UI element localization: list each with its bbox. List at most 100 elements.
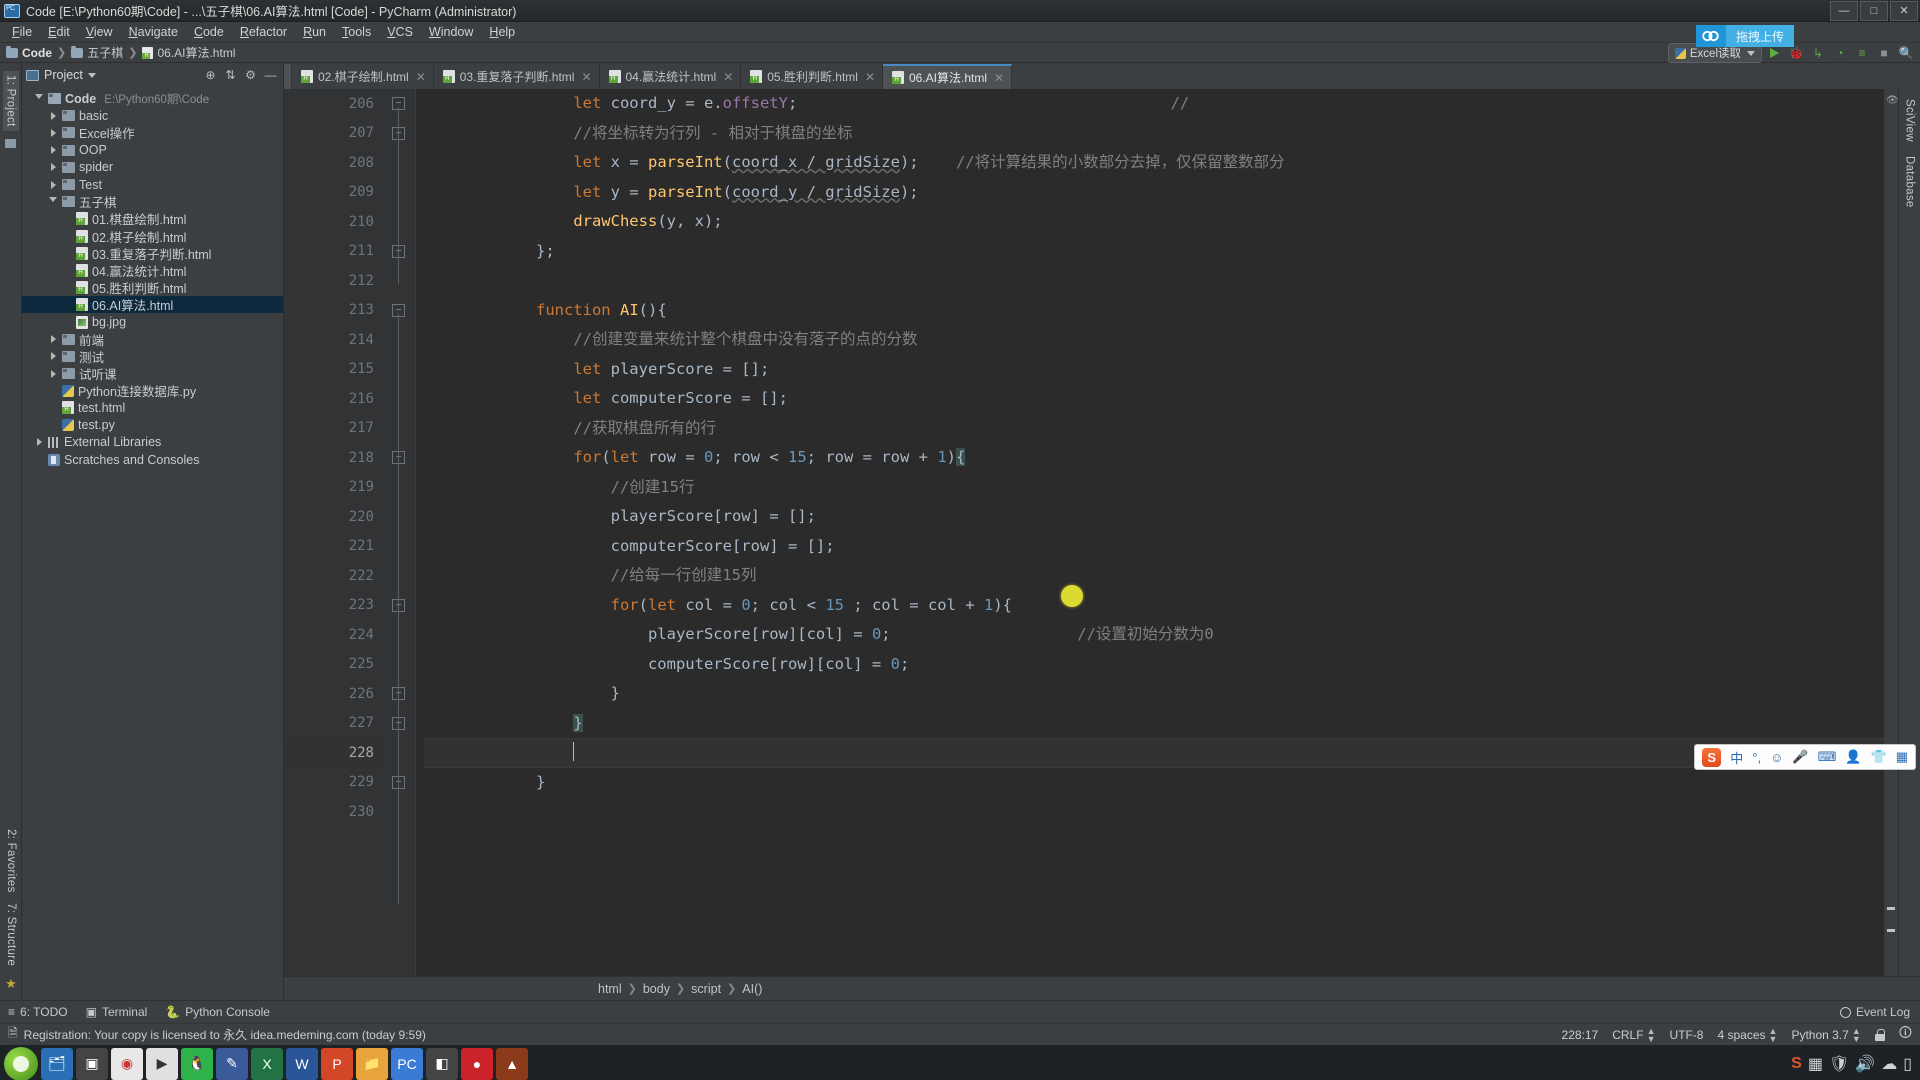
event-log-button[interactable]: Event Log <box>1839 1005 1920 1019</box>
tray-show-desktop[interactable]: ▯ <box>1903 1054 1912 1074</box>
inspector-icon[interactable]: 🛈 <box>1899 1024 1912 1046</box>
taskbar-app-terminal[interactable]: ▣ <box>76 1047 108 1080</box>
error-stripe-marker[interactable]: 👁 <box>1884 89 1899 976</box>
keyboard-icon[interactable]: ⌨ <box>1818 749 1837 765</box>
code-line-207[interactable]: //将坐标转为行列 - 相对于棋盘的坐标 <box>424 119 1884 149</box>
collapse-all-icon[interactable]: ⇅ <box>222 67 239 83</box>
chevron-down-icon[interactable] <box>34 94 44 103</box>
bottom-tool-todo[interactable]: ≡ 6: TODO <box>8 1005 68 1019</box>
maximize-button[interactable]: □ <box>1860 0 1888 21</box>
editor-tab-0[interactable]: 02.棋子绘制.html ✕ <box>292 64 434 89</box>
chevron-right-icon[interactable] <box>48 335 58 344</box>
menu-item-run[interactable]: Run <box>295 23 334 41</box>
tree-item-15[interactable]: 测试 <box>22 348 283 365</box>
taskbar-app-recorder[interactable]: ● <box>461 1047 493 1080</box>
tool-button-favorites[interactable]: 2: Favorites <box>5 829 17 893</box>
tool-button-project[interactable]: 1: Project <box>2 71 19 131</box>
editor-tab-4[interactable]: 06.AI算法.html ✕ <box>883 64 1013 89</box>
close-icon[interactable]: ✕ <box>865 70 875 84</box>
tool-button-database[interactable]: Database <box>1904 156 1916 208</box>
tree-item-19[interactable]: test.py <box>22 417 283 434</box>
gear-icon[interactable]: ⚙ <box>242 67 259 83</box>
code-line-217[interactable]: //获取棋盘所有的行 <box>424 414 1884 444</box>
scroll-from-source-icon[interactable]: ⊕ <box>202 67 219 83</box>
start-button[interactable] <box>4 1046 38 1080</box>
taskbar-app-vscode[interactable]: ◧ <box>426 1047 458 1080</box>
chevron-right-icon[interactable] <box>48 352 58 361</box>
close-icon[interactable]: ✕ <box>416 70 426 84</box>
code-line-218[interactable]: for(let row = 0; row < 15; row = row + 1… <box>424 443 1884 473</box>
code-line-211[interactable]: }; <box>424 237 1884 267</box>
tool-button-sciview[interactable]: SciView <box>1904 99 1916 142</box>
code-line-213[interactable]: function AI(){ <box>424 296 1884 326</box>
source-code[interactable]: let coord_y = e.offsetY; // //将坐标转为行列 - … <box>416 89 1884 827</box>
editor-tab-2[interactable]: 04.赢法统计.html ✕ <box>600 64 742 89</box>
tray-shield-icon[interactable]: 🛡 <box>1829 1054 1849 1074</box>
menu-item-navigate[interactable]: Navigate <box>121 23 186 41</box>
chevron-right-icon[interactable] <box>48 369 58 378</box>
taskbar-app-powerpoint[interactable]: P <box>321 1047 353 1080</box>
tray-cloud-icon[interactable]: ☁ <box>1881 1054 1897 1074</box>
code-line-228[interactable] <box>424 738 1884 768</box>
code-line-206[interactable]: let coord_y = e.offsetY; // <box>424 89 1884 119</box>
editor-tab-1[interactable]: 03.重复落子判断.html ✕ <box>434 64 600 89</box>
tree-item-8[interactable]: 02.棋子绘制.html <box>22 228 283 245</box>
code-line-216[interactable]: let computerScore = []; <box>424 384 1884 414</box>
code-line-219[interactable]: //创建15行 <box>424 473 1884 503</box>
navbar-item-code[interactable]: Code <box>6 45 52 60</box>
code-line-214[interactable]: //创建变量来统计整个棋盘中没有落子的点的分数 <box>424 325 1884 355</box>
hide-panel-icon[interactable]: — <box>262 67 279 83</box>
code-line-220[interactable]: playerScore[row] = []; <box>424 502 1884 532</box>
ime-toolbar[interactable]: S 中 °, ☺ 🎤 ⌨ 👤 👕 ▦ <box>1694 744 1916 770</box>
tree-item-2[interactable]: Excel操作 <box>22 124 283 141</box>
chevron-right-icon[interactable] <box>48 111 58 120</box>
taskbar-app-chrome[interactable]: ◉ <box>111 1047 143 1080</box>
emoji-icon[interactable]: ☺ <box>1770 750 1783 765</box>
caret-position[interactable]: 228:17 <box>1562 1028 1599 1042</box>
taskbar-app-qq[interactable]: 🐧 <box>181 1047 213 1080</box>
tree-item-18[interactable]: test.html <box>22 399 283 416</box>
tree-item-9[interactable]: 03.重复落子判断.html <box>22 245 283 262</box>
code-line-229[interactable]: } <box>424 768 1884 798</box>
close-button[interactable]: ✕ <box>1890 0 1918 21</box>
search-everywhere-icon[interactable]: 🔍 <box>1896 44 1916 62</box>
taskbar-app-word[interactable]: W <box>286 1047 318 1080</box>
code-content[interactable]: let coord_y = e.offsetY; // //将坐标转为行列 - … <box>416 89 1884 976</box>
code-line-215[interactable]: let playerScore = []; <box>424 355 1884 385</box>
menu-item-tools[interactable]: Tools <box>334 23 379 41</box>
indent-setting[interactable]: 4 spaces ▲ ▼ <box>1717 1026 1777 1043</box>
user-icon[interactable]: 👤 <box>1845 749 1861 765</box>
bottom-tool-pythonconsole[interactable]: 🐍 Python Console <box>165 1005 270 1019</box>
bottom-tool-terminal[interactable]: ▣ Terminal <box>86 1005 148 1019</box>
mic-icon[interactable]: 🎤 <box>1792 749 1808 765</box>
tree-item-21[interactable]: Scratches and Consoles <box>22 451 283 468</box>
chevron-right-icon[interactable] <box>48 180 58 189</box>
menu-item-vcs[interactable]: VCS <box>379 23 421 41</box>
stop-button[interactable]: ■ <box>1874 44 1894 62</box>
tree-item-17[interactable]: Python连接数据库.py <box>22 382 283 399</box>
tree-item-6[interactable]: 五子棋 <box>22 193 283 210</box>
taskbar-app-misc[interactable]: ▲ <box>496 1047 528 1080</box>
chevron-right-icon[interactable] <box>48 163 58 172</box>
tree-item-3[interactable]: OOP <box>22 142 283 159</box>
code-line-224[interactable]: playerScore[row][col] = 0; //设置初始分数为0 <box>424 620 1884 650</box>
close-icon[interactable]: ✕ <box>723 70 733 84</box>
chevron-right-icon[interactable] <box>34 438 44 447</box>
code-area[interactable]: 206 207 208 209 210 211 212 213 214 215 216 217 218 2… <box>284 89 1920 976</box>
tray-network-icon[interactable]: ▦ <box>1808 1054 1823 1074</box>
navbar-item-file[interactable]: 06.AI算法.html <box>142 44 235 61</box>
punctuation-icon[interactable]: °, <box>1752 750 1761 765</box>
tree-item-13[interactable]: bg.jpg <box>22 313 283 330</box>
taskbar-app-editor[interactable]: ✎ <box>216 1047 248 1080</box>
code-line-230[interactable] <box>424 797 1884 827</box>
run-coverage-button[interactable]: ↳ <box>1808 44 1828 62</box>
breadcrumb-item-body[interactable]: body <box>643 982 670 996</box>
tree-item-20[interactable]: External Libraries <box>22 434 283 451</box>
close-icon[interactable]: ✕ <box>581 70 591 84</box>
code-line-210[interactable]: drawChess(y, x); <box>424 207 1884 237</box>
breadcrumb-item-AI[interactable]: AI() <box>742 982 762 996</box>
tree-item-16[interactable]: 试听课 <box>22 365 283 382</box>
tree-item-11[interactable]: 05.胜利判断.html <box>22 279 283 296</box>
code-line-227[interactable]: } <box>424 709 1884 739</box>
code-line-226[interactable]: } <box>424 679 1884 709</box>
